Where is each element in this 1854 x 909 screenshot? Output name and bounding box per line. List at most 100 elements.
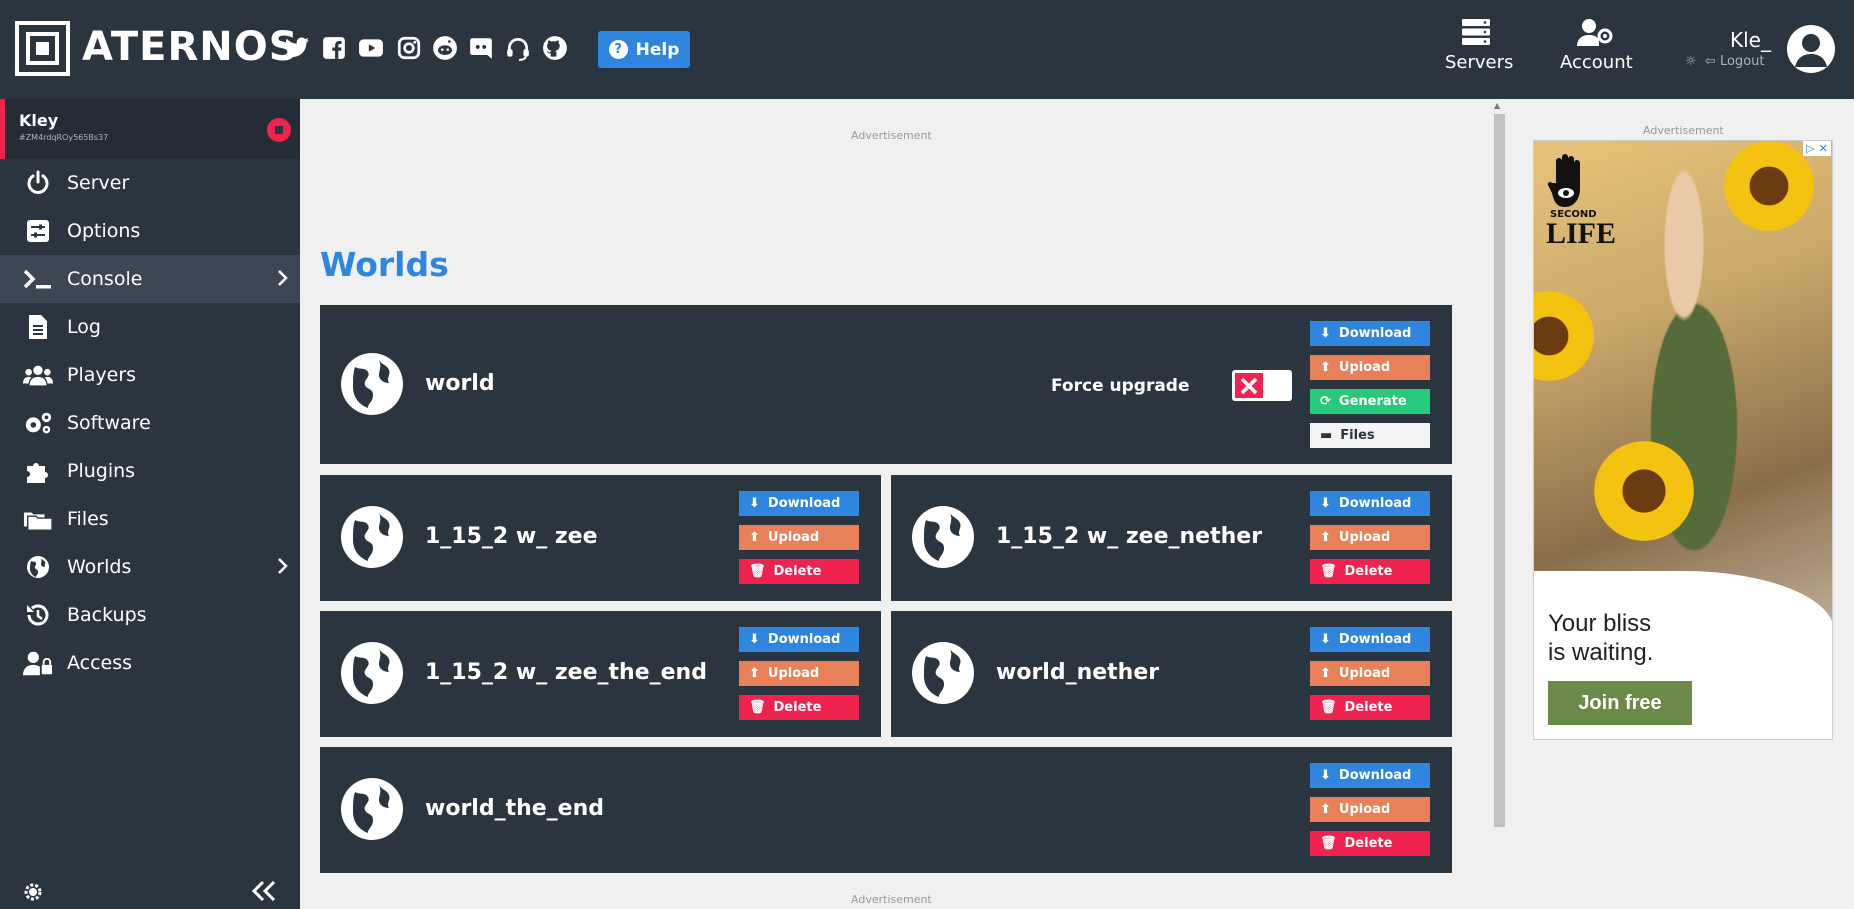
stop-server-button[interactable] [267, 118, 291, 142]
avatar[interactable] [1787, 25, 1835, 73]
force-upgrade-toggle[interactable] [1232, 370, 1292, 401]
upload-button[interactable]: ⬆ Upload [1310, 661, 1430, 686]
page-title: Worlds [320, 245, 449, 284]
discord-icon[interactable] [468, 35, 494, 61]
ad-label-right: Advertisement [1643, 124, 1724, 137]
folders-icon [23, 504, 53, 534]
sidebar-item-files[interactable]: Files [0, 495, 300, 543]
hand-eye-icon [1547, 154, 1580, 207]
server-header: Kley #ZM4rdqROy565Bs37 [0, 99, 300, 159]
globe-icon [341, 642, 403, 704]
sidebar-item-plugins[interactable]: Plugins [0, 447, 300, 495]
trash-icon: 🗑 [1320, 836, 1337, 851]
facebook-icon[interactable] [321, 35, 347, 61]
aternos-logo[interactable] [15, 21, 70, 76]
upload-icon: ⬆ [1320, 530, 1331, 545]
sidebar-item-worlds[interactable]: Worlds [0, 543, 300, 591]
second-life-logo: SECOND LIFE [1546, 153, 1616, 250]
world-name: 1_15_2 w_ zee_nether [996, 524, 1263, 549]
users-icon [23, 360, 53, 390]
upload-button[interactable]: ⬆ Upload [1310, 525, 1430, 550]
sidebar-item-console[interactable]: Console [0, 255, 300, 303]
world-name: 1_15_2 w_ zee_the_end [425, 660, 707, 685]
delete-button[interactable]: 🗑 Delete [739, 559, 859, 584]
ad-label-bottom: Advertisement [851, 893, 932, 906]
chevron-right-icon [278, 270, 288, 286]
chevron-right-icon [278, 558, 288, 574]
upload-icon: ⬆ [1320, 360, 1331, 375]
scrollbar-thumb[interactable] [1494, 114, 1505, 827]
download-icon: ⬇ [1320, 632, 1331, 647]
nav-account[interactable]: Account [1560, 18, 1633, 73]
delete-button[interactable]: 🗑 Delete [1310, 559, 1430, 584]
sidebar: Kley #ZM4rdqROy565Bs37 Server Options Co… [0, 99, 300, 909]
refresh-icon: ⟳ [1320, 394, 1331, 409]
upload-button[interactable]: ⬆ Upload [1310, 355, 1430, 380]
upload-button[interactable]: ⬆ Upload [1310, 797, 1430, 822]
logout-link[interactable]: ☼ ⇦ Logout [1685, 54, 1764, 69]
sidebar-item-options[interactable]: Options [0, 207, 300, 255]
download-button[interactable]: ⬇ Download [1310, 491, 1430, 516]
globe-icon [341, 353, 403, 415]
generate-button[interactable]: ⟳ Generate [1310, 389, 1430, 414]
brand-name[interactable]: ATERNOS [82, 24, 299, 70]
trash-icon: 🗑 [749, 564, 766, 579]
delete-button[interactable]: 🗑 Delete [739, 695, 859, 720]
upload-icon: ⬆ [749, 530, 760, 545]
download-icon: ⬇ [1320, 496, 1331, 511]
download-button[interactable]: ⬇ Download [1310, 627, 1430, 652]
download-button[interactable]: ⬇ Download [1310, 321, 1430, 346]
gear-icon[interactable]: ☼ [1685, 54, 1697, 69]
download-icon: ⬇ [1320, 326, 1331, 341]
instagram-icon[interactable] [396, 35, 422, 61]
help-button[interactable]: ? Help [598, 31, 690, 68]
globe-icon [23, 552, 53, 582]
upload-button[interactable]: ⬆ Upload [739, 525, 859, 550]
sidebar-item-software[interactable]: Software [0, 399, 300, 447]
youtube-icon[interactable] [358, 35, 384, 61]
world-name: world [425, 371, 495, 396]
files-button[interactable]: ▬ Files [1310, 423, 1430, 448]
upload-icon: ⬆ [1320, 802, 1331, 817]
sidebar-item-backups[interactable]: Backups [0, 591, 300, 639]
nav-servers[interactable]: Servers [1445, 18, 1513, 73]
history-icon [23, 600, 53, 630]
top-header: ATERNOS ? Help Servers Account Kle_ ☼ ⇦ … [0, 0, 1854, 99]
sidebar-item-access[interactable]: Access [0, 639, 300, 687]
trash-icon: 🗑 [1320, 700, 1337, 715]
terminal-icon [23, 264, 53, 294]
download-button[interactable]: ⬇ Download [739, 491, 859, 516]
delete-button[interactable]: 🗑 Delete [1310, 695, 1430, 720]
ad-join-button[interactable]: Join free [1548, 681, 1692, 725]
sidebar-item-log[interactable]: Log [0, 303, 300, 351]
power-icon [23, 168, 53, 198]
delete-button[interactable]: 🗑 Delete [1310, 831, 1430, 856]
collapse-sidebar-icon[interactable] [250, 879, 278, 903]
user-gear-icon [1577, 19, 1613, 46]
user-lock-icon [23, 648, 53, 678]
force-upgrade-label: Force upgrade [1051, 376, 1190, 396]
logout-icon: ⇦ [1704, 54, 1716, 69]
gear-icon[interactable] [22, 881, 44, 903]
headset-icon[interactable] [505, 35, 531, 61]
trash-icon: 🗑 [749, 700, 766, 715]
sidebar-item-players[interactable]: Players [0, 351, 300, 399]
twitter-icon[interactable] [284, 35, 310, 61]
scroll-up-arrow[interactable]: ▲ [1494, 101, 1500, 110]
right-advertisement[interactable]: SECOND LIFE Your bliss is waiting. Join … [1533, 140, 1833, 740]
upload-icon: ⬆ [749, 666, 760, 681]
download-button[interactable]: ⬇ Download [1310, 763, 1430, 788]
reddit-icon[interactable] [432, 35, 458, 61]
upload-button[interactable]: ⬆ Upload [739, 661, 859, 686]
server-id: #ZM4rdqROy565Bs37 [19, 133, 109, 142]
sidebar-item-server[interactable]: Server [0, 159, 300, 207]
question-icon: ? [608, 40, 628, 59]
ad-choices-icon[interactable]: ▷ ✕ [1803, 141, 1831, 156]
user-name: Kle_ [1730, 28, 1771, 52]
github-icon[interactable] [542, 35, 568, 61]
sliders-icon [23, 216, 53, 246]
download-button[interactable]: ⬇ Download [739, 627, 859, 652]
close-icon [1240, 377, 1258, 394]
download-icon: ⬇ [749, 632, 760, 647]
folder-icon: ▬ [1320, 428, 1333, 443]
